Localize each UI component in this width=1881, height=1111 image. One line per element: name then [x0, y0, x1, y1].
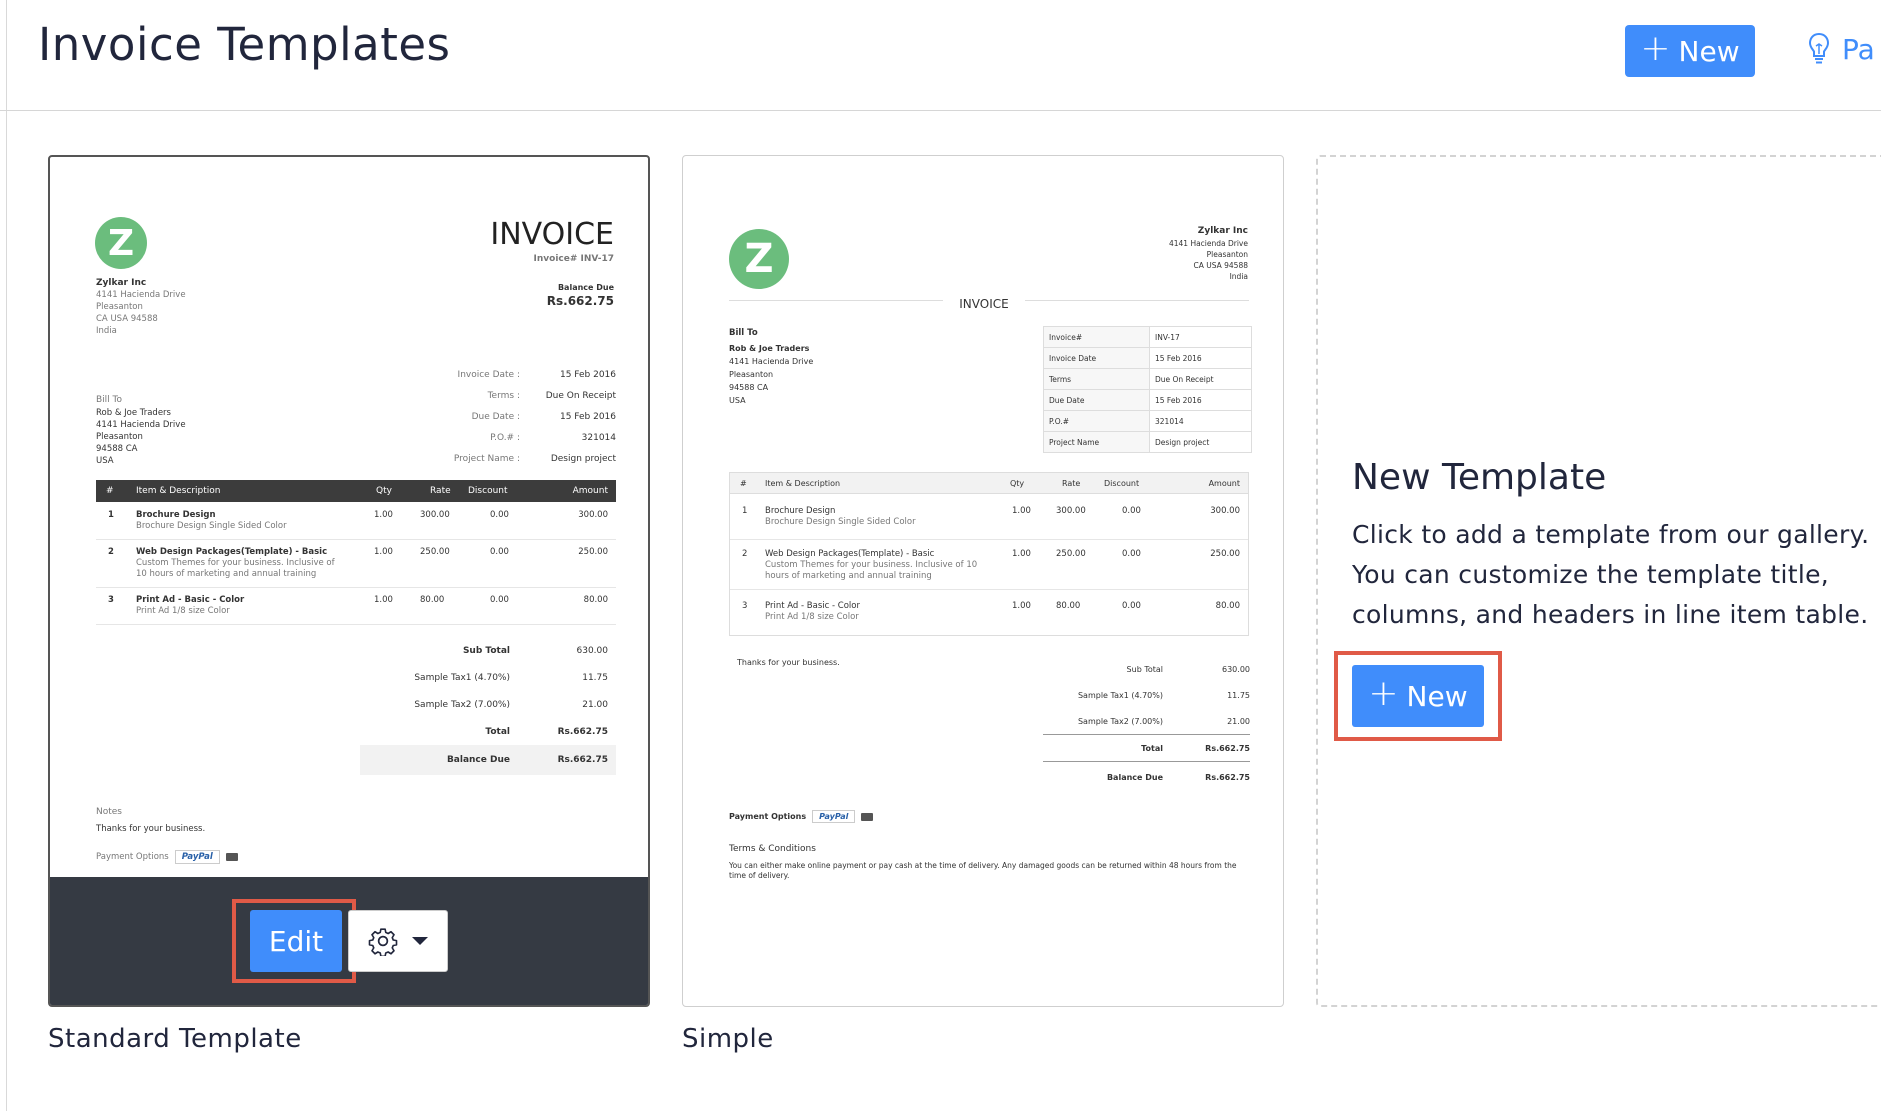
- invoice-title: INVOICE: [943, 297, 1025, 311]
- new-template-button[interactable]: + New: [1625, 25, 1755, 77]
- thanks-text: Thanks for your business.: [737, 658, 840, 667]
- page-tips-link[interactable]: Pa: [1808, 32, 1875, 66]
- page-tips-label: Pa: [1842, 32, 1875, 66]
- notes-label: Notes: [96, 807, 122, 817]
- left-edge-divider: [6, 0, 7, 1111]
- page-title: Invoice Templates: [38, 18, 451, 71]
- company-logo: Z: [95, 217, 147, 269]
- paypal-logo: PayPal: [812, 810, 856, 823]
- payment-options: Payment Options PayPal: [729, 810, 874, 823]
- bill-to-label: Bill To: [729, 328, 758, 338]
- invoice-number: Invoice# INV-17: [533, 254, 614, 264]
- line-item-table: 1 Brochure Design Brochure Design Single…: [729, 494, 1249, 636]
- terms-text: You can either make online payment or pa…: [729, 861, 1237, 880]
- plus-icon: +: [1368, 673, 1399, 714]
- terms-label: Terms & Conditions: [729, 844, 816, 854]
- edit-template-button[interactable]: Edit: [250, 910, 342, 972]
- invoice-title: INVOICE: [490, 217, 614, 252]
- card-icon: [225, 853, 238, 861]
- page-header: Invoice Templates + New Pa: [0, 0, 1881, 111]
- line-item-table: 1 Brochure Design Brochure Design Single…: [96, 502, 616, 652]
- template-name-standard: Standard Template: [48, 1024, 302, 1054]
- table-row: 3 Print Ad - Basic - Color Print Ad 1/8 …: [742, 601, 1240, 622]
- standard-template-card[interactable]: Z Zylkar Inc 4141 Hacienda Drive Pleasan…: [48, 155, 650, 1007]
- gear-icon: [368, 928, 398, 956]
- table-row: 2 Web Design Packages(Template) - Basic …: [730, 539, 1248, 590]
- new-button-label: New: [1678, 34, 1740, 68]
- balance-due-value: Rs.662.75: [546, 294, 614, 308]
- balance-due-label: Balance Due: [557, 283, 614, 292]
- line-item-table-header: # Item & Description Qty Rate Discount A…: [729, 472, 1249, 494]
- payment-options: Payment Options PayPal: [96, 850, 238, 864]
- invoice-totals: Sub Total 630.00 Sample Tax1 (4.70%) 11.75…: [360, 637, 616, 775]
- invoice-meta-table: Invoice# INV-17 Invoice Date 15 Feb 2016 T…: [1043, 326, 1252, 453]
- invoice-title-wrap: INVOICE: [683, 293, 1283, 312]
- invoice-totals: Sub Total 630.00 Sample Tax1 (4.70%) 11.75…: [1043, 656, 1250, 792]
- table-row: 1 Brochure Design Brochure Design Single…: [96, 502, 616, 540]
- template-action-bar: Edit: [50, 877, 648, 1005]
- table-row: 1 Brochure Design Brochure Design Single…: [730, 494, 1248, 540]
- new-template-gallery-button[interactable]: + New: [1352, 665, 1484, 727]
- table-row: 3 Print Ad - Basic - Color Print Ad 1/8 …: [96, 587, 616, 625]
- template-options-dropdown[interactable]: [348, 910, 448, 972]
- notes-text: Thanks for your business.: [96, 824, 206, 834]
- bill-to-address: Rob & Joe Traders 4141 Hacienda Drive Pl…: [96, 408, 186, 466]
- template-name-simple: Simple: [682, 1024, 774, 1054]
- paypal-logo: PayPal: [174, 850, 220, 864]
- card-icon: [861, 812, 874, 821]
- company-address: 4141 Hacienda Drive Pleasanton CA USA 94…: [1168, 239, 1248, 281]
- invoice-meta: Invoice Date :15 Feb 2016 Terms : Due On …: [453, 370, 616, 464]
- bill-to-address: Rob & Joe Traders 4141 Hacienda Drive Pl…: [729, 344, 814, 405]
- chevron-down-icon: [412, 937, 428, 945]
- new-template-title: New Template: [1352, 457, 1607, 498]
- new-template-description: Click to add a template from our gallery…: [1352, 520, 1870, 629]
- table-row: 2 Web Design Packages(Template) - Basic …: [96, 539, 616, 588]
- lightbulb-icon: [1808, 32, 1830, 64]
- new-template-card[interactable]: New Template Click to add a template fro…: [1316, 155, 1881, 1007]
- bill-to-label: Bill To: [96, 395, 123, 405]
- company-name: Zylkar Inc: [1197, 226, 1248, 236]
- plus-icon: +: [1640, 28, 1671, 69]
- line-item-table-header: # Item & Description Qty Rate Discount A…: [96, 480, 616, 502]
- company-logo: Z: [729, 229, 789, 289]
- company-address: 4141 Hacienda Drive Pleasanton CA USA 94…: [96, 290, 186, 336]
- new-template-button-label: New: [1406, 679, 1468, 713]
- company-name: Zylkar Inc: [96, 278, 147, 288]
- simple-template-card[interactable]: Z Zylkar Inc 4141 Hacienda Drive Pleasan…: [682, 155, 1284, 1007]
